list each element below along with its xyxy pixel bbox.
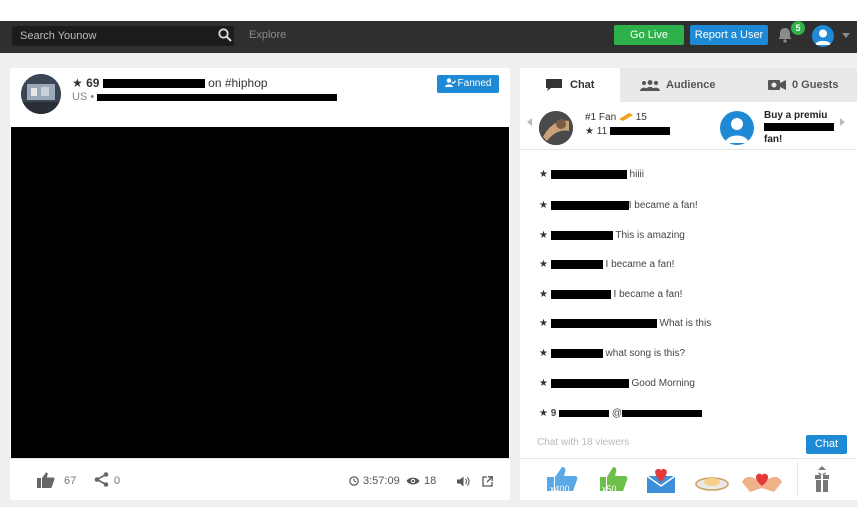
- gift-thumbs-up-art: x400: [547, 467, 578, 494]
- fan-check-icon: [444, 78, 456, 87]
- report-user-button[interactable]: Report a User: [690, 25, 768, 45]
- chat-message: ★ what song is this?: [539, 348, 686, 359]
- explore-link[interactable]: Explore: [249, 29, 286, 41]
- premium-line-1: Buy a premiu: [764, 110, 828, 121]
- broadcast-subtitle: US •: [72, 91, 338, 103]
- chat-message: ★ What is this: [539, 318, 712, 329]
- fanned-label: Fanned: [457, 78, 492, 89]
- like-count: 67: [64, 475, 77, 487]
- broadcaster-level: 69: [86, 76, 100, 90]
- gift-love-letter-icon[interactable]: [643, 468, 679, 494]
- fanned-button[interactable]: Fanned: [437, 75, 499, 93]
- broadcast-duration: 3:57:09: [363, 475, 400, 487]
- viewer-count: 18: [424, 475, 437, 487]
- star-icon: ★: [585, 126, 594, 137]
- top-fan-rank-label: #1 Fan: [585, 112, 617, 123]
- premium-fan-avatar[interactable]: [720, 111, 754, 145]
- audience-icon: [640, 79, 660, 91]
- thumbs-up-icon[interactable]: [37, 472, 55, 488]
- premium-line-3: fan!: [764, 134, 783, 145]
- top-fan-photo: [539, 111, 573, 145]
- user-silhouette-icon: [815, 29, 831, 45]
- top-fan-bars: 15: [635, 112, 647, 123]
- chat-message: ★ hiiii: [539, 169, 644, 180]
- volume-icon[interactable]: [457, 476, 470, 487]
- search-icon[interactable]: [218, 28, 232, 42]
- chat-message: ★ Good Morning: [539, 378, 695, 389]
- tab-guests[interactable]: 0 Guests: [768, 68, 857, 102]
- chevron-left-icon[interactable]: [527, 118, 532, 126]
- user-avatar[interactable]: [812, 25, 834, 47]
- top-fan-level: 11: [596, 126, 608, 137]
- chat-message: ★ 9 @: [539, 408, 703, 419]
- gift-green-thumb-icon[interactable]: x50: [598, 465, 628, 498]
- chat-bubble-icon: [546, 79, 562, 91]
- top-fan-rank: #1 Fan 15: [585, 112, 647, 123]
- gift-green-thumb-count: x50: [602, 484, 617, 494]
- chat-message: ★ I became a fan!: [539, 289, 683, 300]
- redacted-description: [97, 93, 338, 101]
- clock-icon: [349, 476, 359, 486]
- chat-input[interactable]: Chat with 18 viewers: [537, 437, 629, 448]
- tab-audience[interactable]: Audience: [640, 68, 750, 102]
- video-player[interactable]: [11, 127, 509, 458]
- chevron-right-icon[interactable]: [840, 118, 845, 126]
- premium-fan-prompt[interactable]: Buy a premiu fan!: [764, 110, 836, 146]
- top-fan-name: ★ 11: [585, 126, 670, 137]
- broadcaster-avatar[interactable]: [21, 74, 61, 114]
- broadcast-title: ★ 69 on #hiphop: [72, 76, 268, 90]
- chat-message: ★ This is amazing: [539, 230, 685, 241]
- share-icon[interactable]: [94, 472, 109, 487]
- broadcast-location: US •: [72, 91, 95, 103]
- chat-message: ★ I became a fan!: [539, 200, 698, 211]
- top-strip: [0, 0, 857, 21]
- search-input[interactable]: Search Younow: [12, 26, 234, 46]
- tab-chat[interactable]: Chat: [520, 68, 620, 102]
- redacted-premium-name: [764, 123, 834, 132]
- broadcaster-photo: [21, 74, 61, 114]
- user-silhouette-icon: [725, 118, 749, 143]
- guest-camera-icon: [768, 80, 786, 91]
- bar-icon: [618, 113, 633, 121]
- gift-thumbs-up-count: x400: [550, 484, 570, 494]
- gift-thumbs-up-icon[interactable]: x400: [545, 465, 579, 498]
- chat-message: ★ I became a fan!: [539, 259, 675, 270]
- star-icon: ★: [72, 76, 83, 90]
- tab-guests-label: 0 Guests: [792, 79, 839, 91]
- redacted-fan-name: [609, 127, 670, 136]
- gift-heart-hands-icon[interactable]: [740, 468, 784, 494]
- gift-dish-icon[interactable]: [694, 472, 730, 492]
- broadcast-tag[interactable]: on #hiphop: [208, 76, 267, 90]
- top-fan-avatar[interactable]: [539, 111, 573, 145]
- go-live-button[interactable]: Go Live: [614, 25, 684, 45]
- eye-icon: [406, 477, 420, 485]
- notification-badge: 5: [791, 21, 805, 35]
- popout-icon[interactable]: [482, 476, 493, 487]
- chevron-down-icon[interactable]: [842, 33, 850, 38]
- gift-box-icon[interactable]: [814, 466, 830, 494]
- gift-divider: [797, 462, 798, 496]
- send-chat-button[interactable]: Chat: [806, 435, 847, 454]
- tab-audience-label: Audience: [666, 79, 716, 91]
- gift-green-thumb-art: x50: [600, 467, 628, 494]
- redacted-username: [102, 79, 205, 89]
- share-count: 0: [114, 475, 121, 487]
- tab-chat-label: Chat: [570, 79, 595, 91]
